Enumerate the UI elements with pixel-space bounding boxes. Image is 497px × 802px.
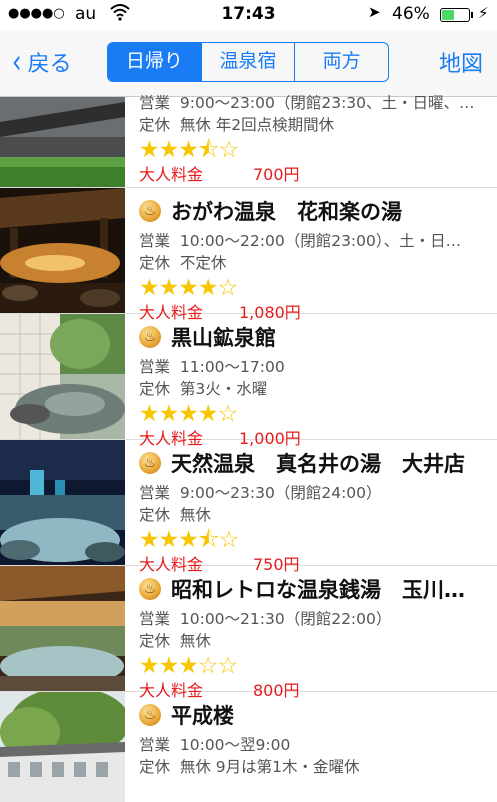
back-label: 戻る [27, 52, 72, 77]
closed-days: 定休 無休 [139, 506, 211, 524]
business-hours: 営業 11:00〜17:00 [139, 358, 285, 376]
facility-photo [0, 692, 125, 802]
business-hours: 営業 9:00〜23:00（閉館23:30、土・日曜、… [139, 94, 475, 112]
navigation-bar: ‹ 戻る 日帰り 温泉宿 両方 地図 [0, 30, 497, 97]
business-hours: 営業 9:00〜23:30（閉館24:00） [139, 484, 382, 502]
hot-spring-icon [139, 452, 161, 474]
facility-photo [0, 440, 125, 565]
facility-photo [0, 566, 125, 691]
adult-price: 大人料金 700円 [139, 165, 300, 184]
rating-stars: ★★★☆☆ [139, 653, 238, 679]
rating-stars: ★★★⯪☆ [139, 527, 239, 553]
facility-name: 黒山鉱泉館 [171, 326, 276, 350]
list-item[interactable]: おがわ温泉 花和楽の湯 営業 10:00〜22:00（閉館23:00）、土・日…… [0, 188, 497, 322]
list-item[interactable]: 黒山鉱泉館 営業 11:00〜17:00 定休 第3火・水曜 ★★★★☆ 大人料… [0, 314, 497, 448]
battery-percent: 46% [392, 4, 430, 24]
charging-icon: ⚡ [478, 4, 489, 22]
closed-days: 定休 第3火・水曜 [139, 380, 268, 398]
business-hours: 営業 10:00〜21:30（閉館22:00） [139, 610, 392, 628]
hot-spring-icon [139, 704, 161, 726]
list-item[interactable]: 平成楼 営業 10:00〜翌9:00 定休 無休 9月は第1木・金曜休 [0, 692, 497, 802]
facility-photo [0, 314, 125, 439]
business-hours: 営業 10:00〜22:00（閉館23:00）、土・日… [139, 232, 462, 250]
facility-name: おがわ温泉 花和楽の湯 [171, 200, 402, 224]
list-item[interactable]: 営業 9:00〜23:00（閉館23:30、土・日曜、… 定休 無休 年2回点検… [0, 94, 497, 188]
hot-spring-icon [139, 200, 161, 222]
facility-name: 昭和レトロな温泉銭湯 玉川… [171, 578, 465, 602]
segment-both[interactable]: 両方 [294, 43, 388, 81]
facility-photo [0, 97, 125, 187]
business-hours: 営業 10:00〜翌9:00 [139, 736, 291, 754]
location-arrow-icon: ➤ [368, 3, 381, 21]
rating-stars: ★★★⯪☆ [139, 137, 239, 163]
hot-spring-icon [139, 326, 161, 348]
status-bar: ●●●●○ au 17:43 ➤ 46% ⚡ [0, 0, 497, 30]
facility-name: 平成楼 [171, 704, 234, 728]
closed-days: 定休 無休 [139, 632, 211, 650]
list-item[interactable]: 昭和レトロな温泉銭湯 玉川… 営業 10:00〜21:30（閉館22:00） 定… [0, 566, 497, 700]
rating-stars: ★★★★☆ [139, 275, 238, 301]
closed-days: 定休 無休 9月は第1木・金曜休 [139, 758, 360, 776]
facility-photo [0, 188, 125, 313]
facility-name: 天然温泉 真名井の湯 大井店 [171, 452, 465, 476]
segment-onsen-inn[interactable]: 温泉宿 [200, 43, 295, 81]
chevron-left-icon: ‹ [12, 42, 22, 82]
facility-list: 営業 9:00〜23:00（閉館23:30、土・日曜、… 定休 無休 年2回点検… [0, 94, 497, 802]
hot-spring-icon [139, 578, 161, 600]
map-button[interactable]: 地図 [439, 46, 483, 78]
closed-days: 定休 不定休 [139, 254, 227, 272]
rating-stars: ★★★★☆ [139, 401, 238, 427]
closed-days: 定休 無休 年2回点検期間休 [139, 116, 335, 134]
back-button[interactable]: ‹ 戻る [10, 42, 72, 82]
list-item[interactable]: 天然温泉 真名井の湯 大井店 営業 9:00〜23:30（閉館24:00） 定休… [0, 440, 497, 574]
segment-day-trip[interactable]: 日帰り [108, 43, 201, 81]
battery-icon [440, 8, 473, 22]
type-segmented-control: 日帰り 温泉宿 両方 [107, 42, 389, 82]
